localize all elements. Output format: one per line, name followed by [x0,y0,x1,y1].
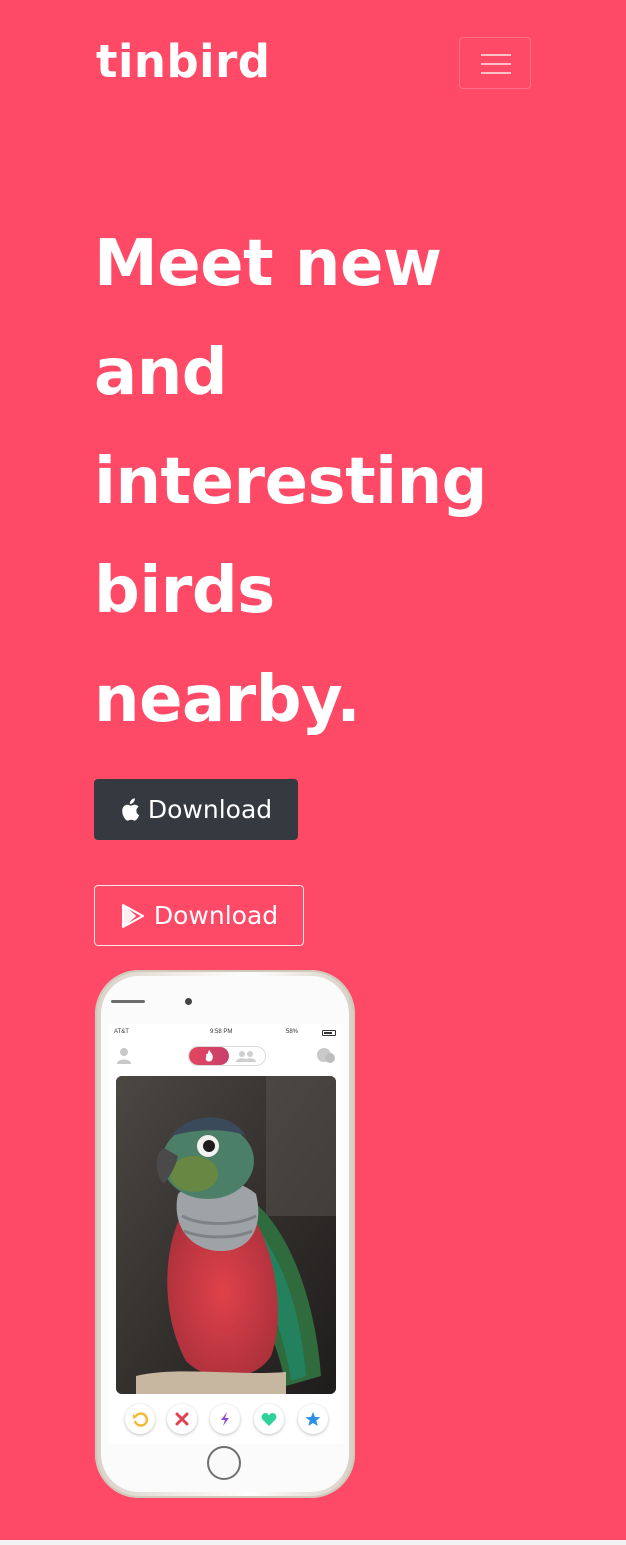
headline-line: birds [94,554,275,628]
google-play-download-button[interactable]: Download [94,885,304,946]
boost-button[interactable] [210,1404,240,1434]
star-icon [305,1412,321,1426]
google-play-download-label: Download [153,901,279,930]
hamburger-bar [481,72,511,74]
app-store-download-button[interactable]: Download [94,779,298,840]
dislike-button[interactable] [167,1404,197,1434]
action-bar [108,1402,343,1442]
parrot-photo[interactable] [116,1076,336,1394]
menu-toggle-button[interactable] [459,37,531,89]
headline-line: nearby. [94,663,361,737]
google-play-icon [120,903,146,929]
status-time: 9:58 PM [210,1029,233,1035]
phone-screen: AT&T 9:58 PM 58% [108,1024,343,1444]
heart-icon [261,1412,277,1426]
phone-camera-icon [185,998,192,1005]
hamburger-bar [481,63,511,65]
profile-icon[interactable] [116,1047,132,1069]
app-header [108,1042,343,1072]
rewind-button[interactable] [125,1404,155,1434]
like-button[interactable] [254,1404,284,1434]
flame-icon [205,1050,213,1062]
carrier-label: AT&T [114,1029,129,1035]
page-bottom-edge [0,1540,626,1545]
apple-icon [120,797,140,822]
mode-switch[interactable] [188,1046,266,1066]
status-bar: AT&T 9:58 PM 58% [108,1024,343,1042]
headline-line: interesting [94,445,487,519]
app-store-download-label: Download [147,795,273,824]
close-icon [175,1412,189,1426]
chat-icon[interactable] [316,1047,336,1069]
hero-headline: Meet new and interesting birds nearby. [94,210,614,755]
superlike-button[interactable] [298,1404,328,1434]
flame-tab[interactable] [189,1047,229,1065]
boost-icon [221,1412,229,1426]
phone-home-button [207,1446,241,1480]
headline-line: Meet new [94,227,442,301]
rewind-icon [133,1412,148,1427]
brand-logo[interactable]: tinbird [96,36,271,88]
battery-icon [322,1030,336,1036]
battery-percent: 58% [286,1029,299,1035]
hamburger-menu-icon [481,54,511,56]
phone-speaker [111,1000,145,1003]
groups-icon [236,1051,256,1062]
headline-line: and [94,336,228,410]
